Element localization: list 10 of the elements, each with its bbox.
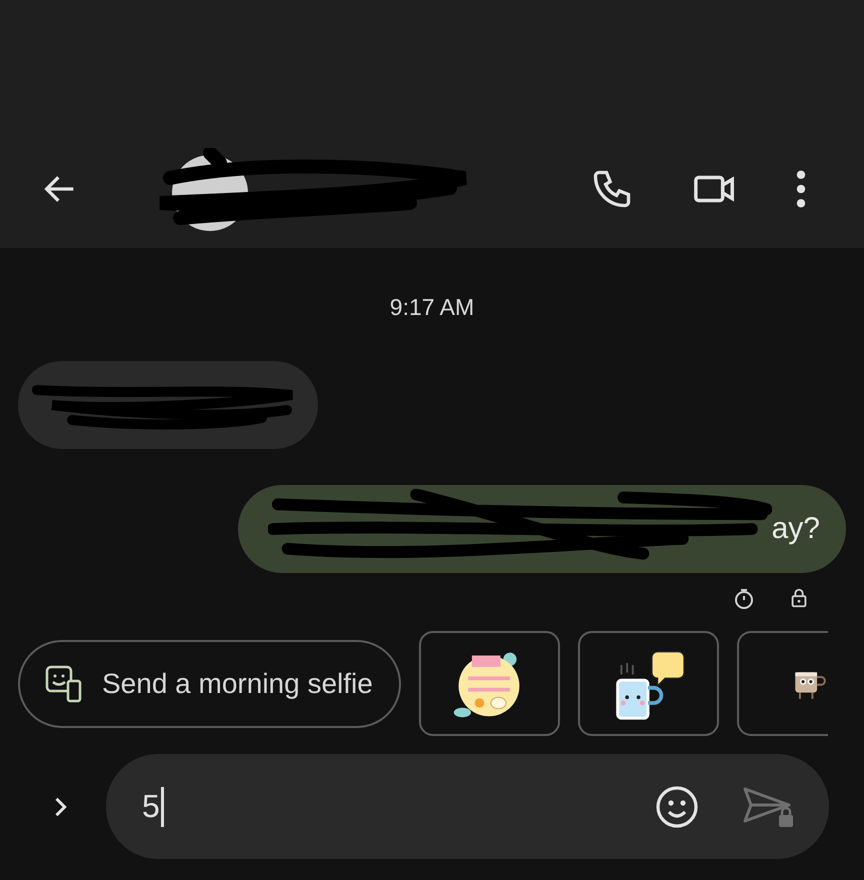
timestamp: 9:17 AM <box>388 294 476 321</box>
sticker-button[interactable] <box>578 631 719 736</box>
sticker-button[interactable] <box>418 631 560 736</box>
selfie-icon <box>44 664 84 704</box>
message-text: ay? <box>772 512 820 546</box>
more-options-icon[interactable] <box>796 170 806 208</box>
timer-icon <box>732 587 756 611</box>
suggestion-chip[interactable]: Send a morning selfie <box>18 640 401 728</box>
sticker-button[interactable] <box>736 631 828 736</box>
message-input-field[interactable]: 5 <box>106 754 829 859</box>
